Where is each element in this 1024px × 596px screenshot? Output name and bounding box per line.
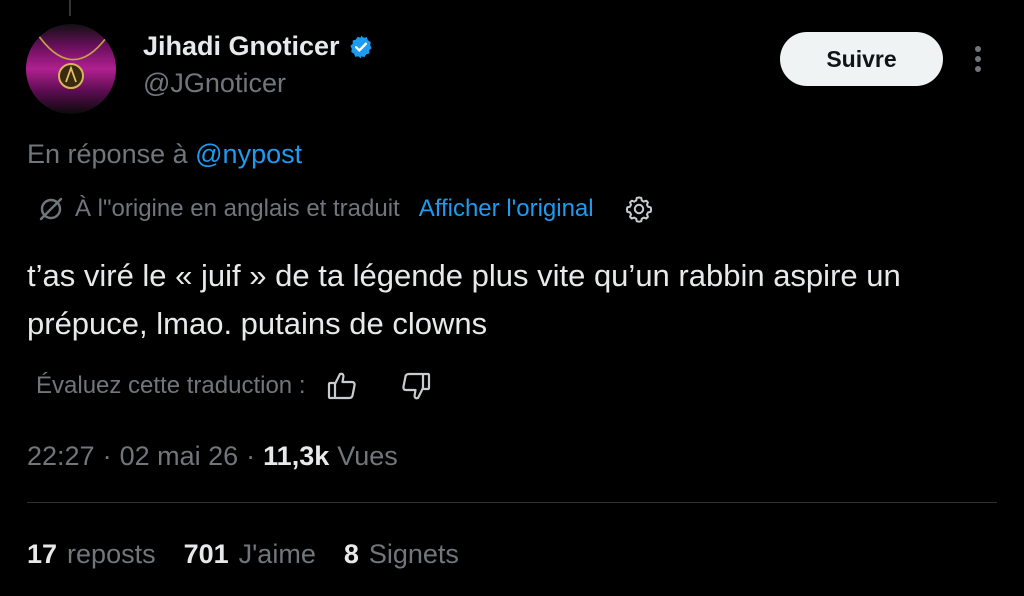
thread-connector-line [69,0,71,16]
vertical-ellipsis-icon[interactable] [966,42,990,76]
stat-likes[interactable]: 701 J'aime [184,539,316,570]
bookmarks-count: 8 [343,539,359,569]
tweet-meta: 22:27 · 02 mai 26 · 11,3k Vues [27,441,398,472]
tweet-text: t’as viré le « juif » de ta légende plus… [27,258,901,341]
reposts-count: 17 [27,539,58,569]
avatar[interactable] [26,24,116,114]
tweet-time[interactable]: 22:27 [27,441,95,472]
divider [27,502,997,503]
stat-bookmarks[interactable]: 8 Signets [344,539,459,570]
show-original-link[interactable]: Afficher l'original [419,195,594,223]
author-handle[interactable]: @JGnoticer [143,68,286,99]
thumbs-up-icon[interactable] [325,369,359,403]
translate-slash-icon [39,197,63,221]
translation-origin-text: À l"origine en anglais et traduit [75,195,400,222]
meta-separator: · [102,441,112,471]
tweet-date[interactable]: 02 mai 26 [120,441,239,472]
rate-translation-label: Évaluez cette traduction : [36,372,306,399]
likes-count: 701 [183,539,229,569]
reply-prefix: En réponse à [27,139,188,169]
likes-label: J'aime [238,539,316,569]
bookmarks-label: Signets [368,539,459,569]
meta-separator: · [246,441,256,471]
engagement-stats: 17 reposts 701 J'aime 8 Signets [27,539,487,570]
views-label: Vues [337,441,398,471]
rate-translation-bar: Évaluez cette traduction : [36,369,433,403]
thumbs-down-icon[interactable] [399,369,433,403]
reposts-label: reposts [67,539,156,569]
translation-bar: À l"origine en anglais et traduit Affich… [36,194,654,224]
follow-button[interactable]: Suivre [780,32,943,86]
views-count: 11,3k [263,441,330,471]
author-display-name[interactable]: Jihadi Gnoticer [143,31,340,62]
gear-icon[interactable] [624,194,654,224]
pendant-necklace-avatar-icon [26,24,116,114]
reply-mention-link[interactable]: @nypost [195,139,302,169]
stat-reposts[interactable]: 17 reposts [27,539,156,570]
reply-context: En réponse à @nypost [27,139,302,170]
verified-badge-icon [349,35,372,58]
